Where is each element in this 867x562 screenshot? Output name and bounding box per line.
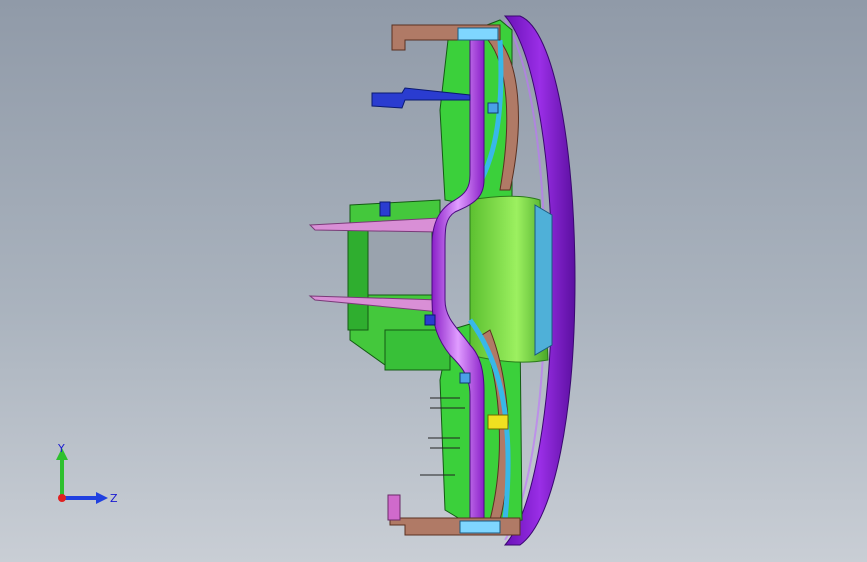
blue-tab-3 <box>424 314 436 326</box>
cad-model[interactable] <box>0 0 867 562</box>
y-axis-label: Y <box>57 442 65 455</box>
x-axis-origin <box>58 494 66 502</box>
blue-tab-2 <box>459 372 471 384</box>
blue-tab-4 <box>379 201 391 217</box>
left-bracket-window <box>361 224 433 296</box>
left-bracket-pillar <box>347 229 369 331</box>
blue-tab-1 <box>487 102 499 114</box>
z-axis-arrowhead <box>96 492 108 504</box>
bottom-pink-clip <box>387 494 401 521</box>
hub-glass <box>534 204 553 356</box>
bottom-mount-pad <box>459 520 501 534</box>
graphics-viewport[interactable]: Y Z <box>0 0 867 562</box>
coordinate-triad: Y Z <box>56 442 118 505</box>
yellow-marker <box>487 414 509 430</box>
z-axis-label: Z <box>110 492 118 505</box>
top-mount-pad <box>457 27 499 41</box>
